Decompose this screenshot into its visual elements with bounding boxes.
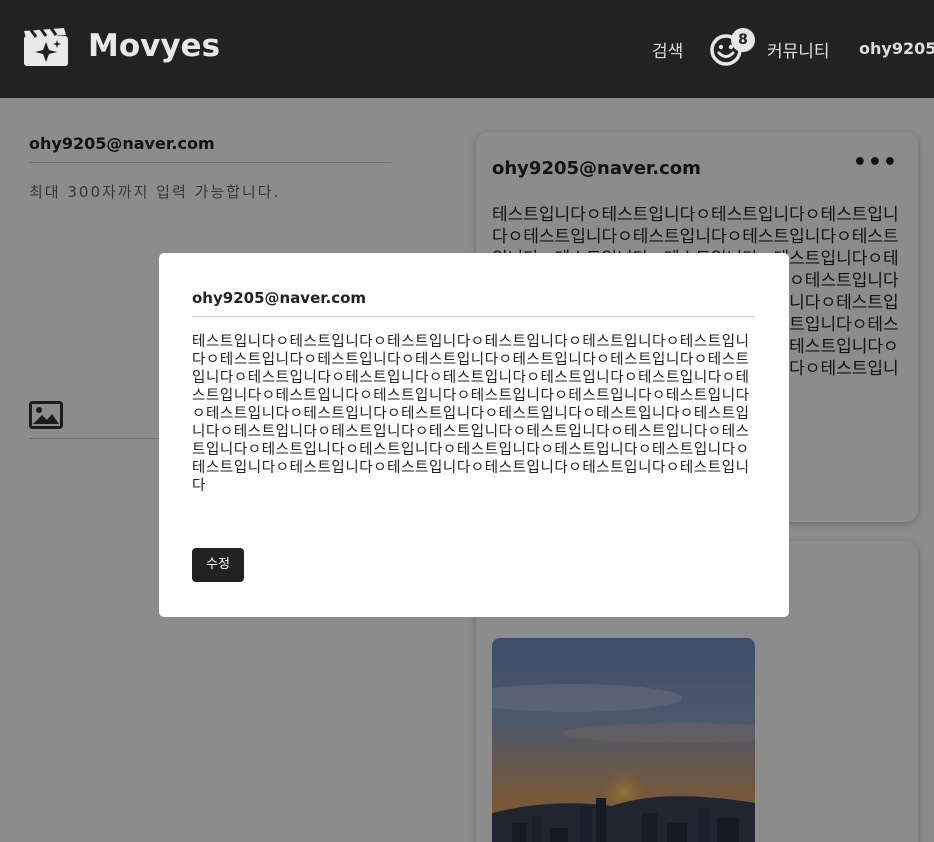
nav-user-link[interactable]: ohy9205 (859, 39, 934, 58)
nav-community-link[interactable]: 커뮤니티 (767, 37, 830, 62)
nav-search-link[interactable]: 검색 (652, 37, 683, 62)
edit-button[interactable]: 수정 (192, 548, 244, 582)
clapperboard-logo-icon[interactable] (24, 28, 68, 66)
notification-count-badge: 8 (731, 28, 755, 52)
modal-post-content: 테스트입니다ㅇ테스트입니다ㅇ테스트입니다ㅇ테스트입니다ㅇ테스트입니다ㅇ테스트입니… (192, 334, 750, 494)
post-detail-modal: ohy9205@naver.com 테스트입니다ㅇ테스트입니다ㅇ테스트입니다ㅇ테… (159, 253, 789, 617)
modal-author-email: ohy9205@naver.com (192, 289, 367, 307)
modal-divider (192, 316, 755, 317)
top-header: Movyes 검색 8 커뮤니티 ohy9205 (0, 0, 934, 98)
brand-name[interactable]: Movyes (88, 28, 220, 64)
